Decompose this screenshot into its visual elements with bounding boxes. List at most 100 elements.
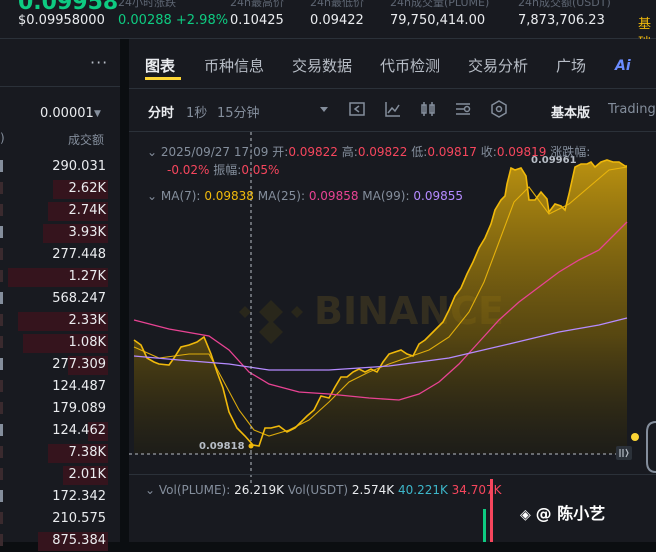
orderbook-amount: 172.342 — [52, 489, 106, 504]
orderbook-row[interactable]: 277.448 — [0, 244, 120, 266]
ticker-bar: 0.09958 $0.09958000 24小时涨跌 0.00288 +2.98… — [0, 0, 656, 51]
low-value: 0.09817 — [427, 145, 477, 159]
low-price-label: 0.09818 — [199, 441, 245, 452]
orderbook-row[interactable]: 875.384 — [0, 530, 120, 552]
row-marker — [0, 424, 3, 436]
more-options-icon[interactable]: ··· — [90, 53, 108, 72]
vol-base-value: 79,750,414.00 — [390, 13, 486, 28]
orderbook-row[interactable]: 2.33K — [0, 310, 120, 332]
usd-price: $0.09958000 — [18, 13, 105, 28]
high-label: 高: — [341, 145, 358, 159]
active-tab-indicator — [145, 77, 181, 80]
orderbook-row[interactable]: 3.93K — [0, 222, 120, 244]
row-marker — [0, 314, 3, 326]
orderbook-amount: 1.27K — [68, 269, 106, 284]
orderbook-amount: 1.08K — [68, 335, 106, 350]
basic-version-button[interactable]: 基本版 — [551, 102, 590, 121]
ma25-label: MA(25): — [257, 189, 306, 203]
interval-dropdown-icon[interactable] — [315, 100, 333, 118]
tab-square[interactable]: 广场 — [556, 55, 586, 76]
orderbook-amount: 7.38K — [68, 445, 106, 460]
order-book: ··· 0.00001 ▼ ) 成交额 290.031 2.62K 2.74K 3.9… — [0, 39, 120, 551]
chevron-down-icon[interactable]: ▼ — [94, 109, 101, 119]
orderbook-amount: 2.74K — [68, 203, 106, 218]
column-header-amount: 成交额 — [68, 133, 105, 147]
orderbook-amount: 124.487 — [52, 379, 106, 394]
side-panel-toggle-icon[interactable] — [646, 421, 656, 473]
live-price-dot — [631, 433, 639, 441]
volume-bar — [490, 479, 493, 542]
ma99-label: MA(99): — [362, 189, 410, 203]
indicator-settings-icon[interactable] — [348, 100, 366, 118]
indicators-icon[interactable] — [454, 100, 472, 118]
tab-chart[interactable]: 图表 — [145, 55, 175, 76]
row-marker — [0, 380, 3, 392]
row-marker — [0, 490, 3, 502]
tab-token-check[interactable]: 代币检测 — [380, 55, 440, 76]
orderbook-amount: 2.62K — [68, 181, 106, 196]
price-chart[interactable]: BINANCE 0.09818 0.09961 — [129, 132, 656, 484]
ohlc-info-line2: -0.02% 振幅:0.05% — [167, 161, 279, 178]
interval-1s[interactable]: 1秒 — [186, 102, 207, 121]
orderbook-amount: 290.031 — [52, 159, 106, 174]
hexagon-settings-icon[interactable] — [490, 100, 508, 118]
tab-trade-analysis[interactable]: 交易分析 — [468, 55, 528, 76]
row-marker — [0, 182, 3, 194]
row-marker — [0, 534, 3, 546]
orderbook-row[interactable]: 2.01K — [0, 464, 120, 486]
tab-trading-data[interactable]: 交易数据 — [292, 55, 352, 76]
orderbook-row[interactable]: 1.27K — [0, 266, 120, 288]
divider — [129, 474, 656, 475]
open-value: 0.09822 — [288, 145, 338, 159]
orderbook-row[interactable]: 7.38K — [0, 442, 120, 464]
precision-select[interactable]: 0.00001 — [40, 106, 94, 121]
tradingview-button[interactable]: Trading — [608, 102, 656, 117]
orderbook-row[interactable]: 124.462 — [0, 420, 120, 442]
vol-base-label: Vol(PLUME): — [158, 483, 231, 497]
diamond-icon: ◈ — [520, 507, 536, 523]
close-value: 0.09819 — [496, 145, 547, 159]
panel-gutter — [120, 39, 129, 542]
low-label: 低: — [411, 145, 428, 159]
ma7-value: 0.09838 — [204, 189, 254, 203]
low-value: 0.09422 — [310, 13, 364, 28]
orderbook-row[interactable]: 172.342 — [0, 486, 120, 508]
row-marker — [0, 336, 3, 348]
orderbook-row[interactable]: 2.74K — [0, 200, 120, 222]
row-marker — [0, 512, 3, 524]
volume-bar — [483, 509, 486, 542]
orderbook-amount: 124.462 — [52, 423, 106, 438]
ma25-value: 0.09858 — [308, 189, 359, 203]
interval-time[interactable]: 分时 — [148, 102, 174, 121]
orderbook-amount: 568.247 — [52, 291, 106, 306]
column-header-paren: ) — [0, 131, 5, 145]
orderbook-row[interactable]: 290.031 — [0, 156, 120, 178]
line-chart-icon[interactable] — [384, 100, 402, 118]
close-label: 收: — [480, 145, 497, 159]
orderbook-amount: 277.309 — [52, 357, 106, 372]
volume-bars — [483, 479, 493, 542]
change-value: 0.00288 +2.98% — [118, 13, 229, 28]
interval-15m[interactable]: 15分钟 — [217, 102, 260, 121]
orderbook-row[interactable]: 210.575 — [0, 508, 120, 530]
candlestick-icon[interactable] — [419, 100, 437, 118]
scroll-to-latest-icon[interactable] — [616, 446, 632, 460]
candle-date: 2025/09/27 17:09 — [160, 145, 269, 159]
orderbook-row[interactable]: 2.62K — [0, 178, 120, 200]
vol-quote-label: Vol(USDT) — [287, 483, 349, 497]
ai-icon[interactable]: Ai — [615, 58, 631, 74]
collapse-icon: ⌄ — [147, 189, 161, 203]
tab-coin-info[interactable]: 币种信息 — [204, 55, 264, 76]
vol-base-label: 24h成交量(PLUME) — [390, 0, 490, 9]
orderbook-row[interactable]: 179.089 — [0, 398, 120, 420]
open-label: 开: — [272, 145, 289, 159]
divider — [0, 86, 120, 87]
orderbook-amount: 277.448 — [52, 247, 106, 262]
vol-quote-value: 7,873,706.23 — [518, 13, 605, 28]
orderbook-row[interactable]: 277.309 — [0, 354, 120, 376]
orderbook-row[interactable]: 568.247 — [0, 288, 120, 310]
change-label: 24小时涨跌 — [118, 0, 176, 9]
orderbook-row[interactable]: 1.08K — [0, 332, 120, 354]
orderbook-row[interactable]: 124.487 — [0, 376, 120, 398]
ma7-label: MA(7): — [160, 189, 201, 203]
